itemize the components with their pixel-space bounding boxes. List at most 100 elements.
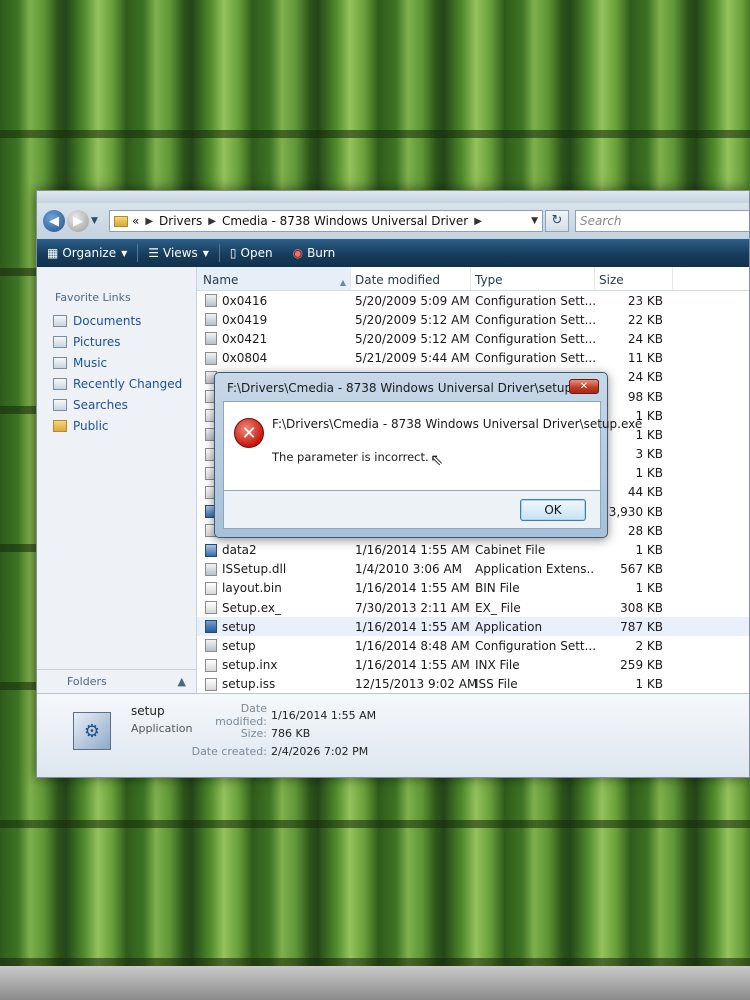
details-modified-value: 1/16/2014 1:55 AM: [271, 708, 377, 722]
breadcrumb-separator-icon: ▶: [208, 215, 216, 227]
nav-item-searches[interactable]: Searches: [37, 394, 196, 415]
documents-icon: [53, 314, 67, 327]
nav-item-recently-changed[interactable]: Recently Changed: [37, 373, 196, 394]
favorite-links-header: Favorite Links: [55, 291, 131, 304]
file-name-cell[interactable]: ISSetup.dll: [197, 562, 351, 576]
file-name-cell[interactable]: 0x0804: [197, 351, 351, 365]
file-type: INX File: [475, 658, 520, 673]
file-row[interactable]: 0x0421 5/20/2009 5:12 AM Configuration Set…: [197, 329, 749, 348]
file-date: 1/16/2014 8:48 AM: [355, 638, 470, 653]
file-type: Configuration Sett...: [475, 331, 595, 346]
file-row[interactable]: setup.iss 12/15/2013 9:02 AM ISS File 1 KB: [197, 675, 749, 693]
burn-button[interactable]: ◉ Burn: [283, 239, 346, 267]
breadcrumb-drivers[interactable]: Drivers: [159, 214, 202, 228]
folders-toggle[interactable]: Folders ▲: [37, 669, 196, 693]
file-size: 23 KB: [627, 293, 663, 308]
file-name-cell[interactable]: 0x0416: [197, 294, 351, 308]
column-header-name[interactable]: Name ▲: [197, 267, 351, 290]
nav-item-music[interactable]: Music: [37, 352, 196, 373]
forward-button[interactable]: ▶: [67, 210, 89, 232]
breadcrumb-separator-icon[interactable]: ▶: [474, 216, 482, 227]
close-button[interactable]: ✕: [569, 379, 599, 394]
file-name-cell[interactable]: setup: [197, 620, 351, 634]
file-row[interactable]: 0x0804 5/21/2009 5:44 AM Configuration Set…: [197, 349, 749, 368]
file-name: setup.iss: [222, 677, 276, 692]
file-date: 5/20/2009 5:12 AM: [355, 331, 470, 346]
file-row[interactable]: setup 1/16/2014 1:55 AM Application 787 KB: [197, 617, 749, 637]
mouse-cursor-icon: ⇖: [430, 450, 444, 469]
config-file-icon: [205, 332, 217, 346]
address-prefix[interactable]: «: [132, 214, 139, 228]
file-type: EX_ File: [475, 600, 521, 615]
views-button[interactable]: ☰ Views ▼: [138, 239, 219, 267]
recent-pages-dropdown[interactable]: ▼: [91, 216, 98, 226]
address-row: ◀ ▶ ▼ « ▶ Drivers ▶ Cmedia - 8738 Window…: [37, 203, 749, 239]
nav-item-public[interactable]: Public: [37, 415, 196, 436]
organize-icon: ▦: [47, 246, 59, 260]
config-file-icon: [205, 351, 217, 365]
file-type: Application Extens...: [475, 562, 595, 577]
back-button[interactable]: ◀: [43, 210, 65, 232]
file-row[interactable]: 0x0419 5/20/2009 5:12 AM Configuration Set…: [197, 310, 749, 329]
dialog-message: The parameter is incorrect.: [272, 450, 429, 464]
file-row[interactable]: setup.inx 1/16/2014 1:55 AM INX File 259 KB: [197, 656, 749, 675]
address-bar[interactable]: « ▶ Drivers ▶ Cmedia - 8738 Windows Univ…: [109, 210, 543, 232]
file-row[interactable]: ISSetup.dll 1/4/2010 3:06 AM Application E…: [197, 560, 749, 579]
file-name: Setup.ex_: [222, 600, 282, 615]
nav-item-label: Public: [73, 418, 109, 433]
views-icon: ☰: [148, 246, 160, 260]
file-name: 0x0419: [222, 312, 268, 327]
nav-item-documents[interactable]: Documents: [37, 310, 196, 331]
column-header-size[interactable]: Size: [595, 267, 673, 290]
error-dialog: F:\Drivers\Cmedia - 8738 Windows Univers…: [214, 372, 642, 538]
refresh-button[interactable]: ↻: [545, 210, 569, 232]
dialog-body: ✕ F:\Drivers\Cmedia - 8738 Windows Unive…: [223, 401, 642, 491]
nav-item-pictures[interactable]: Pictures: [37, 331, 196, 352]
file-row[interactable]: 0x0416 5/20/2009 5:09 AM Configuration Set…: [197, 291, 749, 310]
searches-icon: [53, 398, 67, 411]
config-file-icon: [205, 313, 217, 327]
file-name-cell[interactable]: 0x0421: [197, 332, 351, 346]
file-row[interactable]: data2 1/16/2014 1:55 AM Cabinet File 1 KB: [197, 540, 749, 559]
file-row[interactable]: setup 1/16/2014 8:48 AM Configuration Sett…: [197, 636, 749, 655]
views-label: Views: [163, 246, 198, 260]
file-name-cell[interactable]: Setup.ex_: [197, 601, 351, 615]
file-type: Cabinet File: [475, 543, 546, 558]
dll-icon: [205, 562, 217, 576]
file-name-cell[interactable]: setup.inx: [197, 658, 351, 672]
organize-label: Organize: [62, 246, 117, 260]
file-size: 259 KB: [620, 658, 663, 673]
file-name: 0x0421: [222, 331, 268, 346]
column-header-type[interactable]: Type: [471, 267, 595, 290]
breadcrumb-cmedia[interactable]: Cmedia - 8738 Windows Universal Driver: [222, 214, 468, 228]
file-row[interactable]: Setup.ex_ 7/30/2013 2:11 AM EX_ File 308 KB: [197, 598, 749, 617]
file-name-cell[interactable]: setup.iss: [197, 677, 351, 691]
file-type: Configuration Sett...: [475, 312, 595, 327]
open-button[interactable]: ▯ Open: [220, 239, 283, 267]
file-date: 5/21/2009 5:44 AM: [355, 351, 470, 366]
column-header-date-label: Date modified: [355, 273, 441, 287]
chevron-up-icon: ▲: [177, 675, 186, 688]
file-size: 308 KB: [620, 600, 663, 615]
file-name-cell[interactable]: setup: [197, 639, 351, 653]
file-size: 567 KB: [620, 562, 663, 577]
burn-icon: ◉: [292, 246, 304, 260]
file-size: 24 KB: [627, 331, 663, 346]
address-dropdown-icon[interactable]: ▼: [531, 216, 538, 226]
organize-button[interactable]: ▦ Organize ▼: [37, 239, 137, 267]
file-icon: [205, 677, 217, 691]
ok-button[interactable]: OK: [520, 499, 586, 521]
folders-label: Folders: [67, 675, 107, 688]
column-header-type-label: Type: [475, 273, 503, 287]
file-name-cell[interactable]: data2: [197, 543, 351, 557]
file-name-cell[interactable]: 0x0419: [197, 313, 351, 327]
file-name-cell[interactable]: layout.bin: [197, 581, 351, 595]
nav-item-label: Pictures: [73, 334, 121, 349]
navigation-pane: Favorite Links Documents Pictures Music …: [37, 267, 197, 693]
details-created-label: Date created:: [191, 744, 267, 758]
file-row[interactable]: layout.bin 1/16/2014 1:55 AM BIN File 1 KB: [197, 579, 749, 598]
file-date: 1/4/2010 3:06 AM: [355, 562, 463, 577]
column-header-date[interactable]: Date modified: [351, 267, 471, 290]
search-input[interactable]: Search: [575, 210, 749, 232]
file-icon: [205, 601, 217, 615]
